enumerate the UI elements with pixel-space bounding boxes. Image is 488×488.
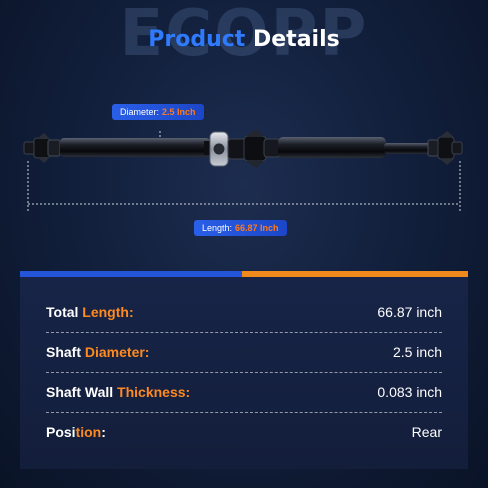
slip-section (384, 143, 430, 154)
spec-row-position: Position: Rear (46, 412, 442, 452)
spec-value: 66.87 inch (377, 304, 442, 320)
length-callout: Length: 66.87 Inch (194, 220, 287, 236)
length-callout-value: 66.87 Inch (235, 223, 279, 233)
spec-label: Shaft Wall Thickness: (46, 384, 191, 400)
spec-row-wall-thickness: Shaft Wall Thickness: 0.083 inch (46, 372, 442, 412)
spec-label: Total Length: (46, 304, 134, 320)
spec-label: Position: (46, 424, 106, 440)
spec-value: 2.5 inch (392, 344, 442, 360)
drive-shaft-image (23, 129, 463, 213)
product-details-graphic: ECOPP Product Details Diameter: 2.5 Inch… (0, 0, 488, 488)
spec-value: Rear (411, 424, 442, 440)
title-word-details: Details (253, 27, 340, 52)
diameter-callout: Diameter: 2.5 Inch (112, 104, 204, 120)
right-yoke (427, 131, 463, 165)
page-title: Product Details (0, 27, 488, 53)
spec-row-shaft-diameter: Shaft Diameter: 2.5 inch (46, 332, 442, 372)
spec-label: Shaft Diameter: (46, 344, 150, 360)
diameter-callout-label: Diameter: (120, 107, 160, 117)
length-callout-label: Length: (202, 223, 233, 233)
title-word-product: Product (148, 27, 246, 52)
center-bearing (204, 129, 281, 168)
spec-table: Total Length: 66.87 inch Shaft Diameter:… (20, 277, 468, 469)
front-tube (60, 138, 210, 157)
left-yoke (23, 133, 61, 163)
spec-value: 0.083 inch (377, 384, 442, 400)
rear-tube (278, 137, 386, 158)
spec-row-total-length: Total Length: 66.87 inch (46, 292, 442, 332)
diameter-callout-value: 2.5 Inch (162, 107, 196, 117)
